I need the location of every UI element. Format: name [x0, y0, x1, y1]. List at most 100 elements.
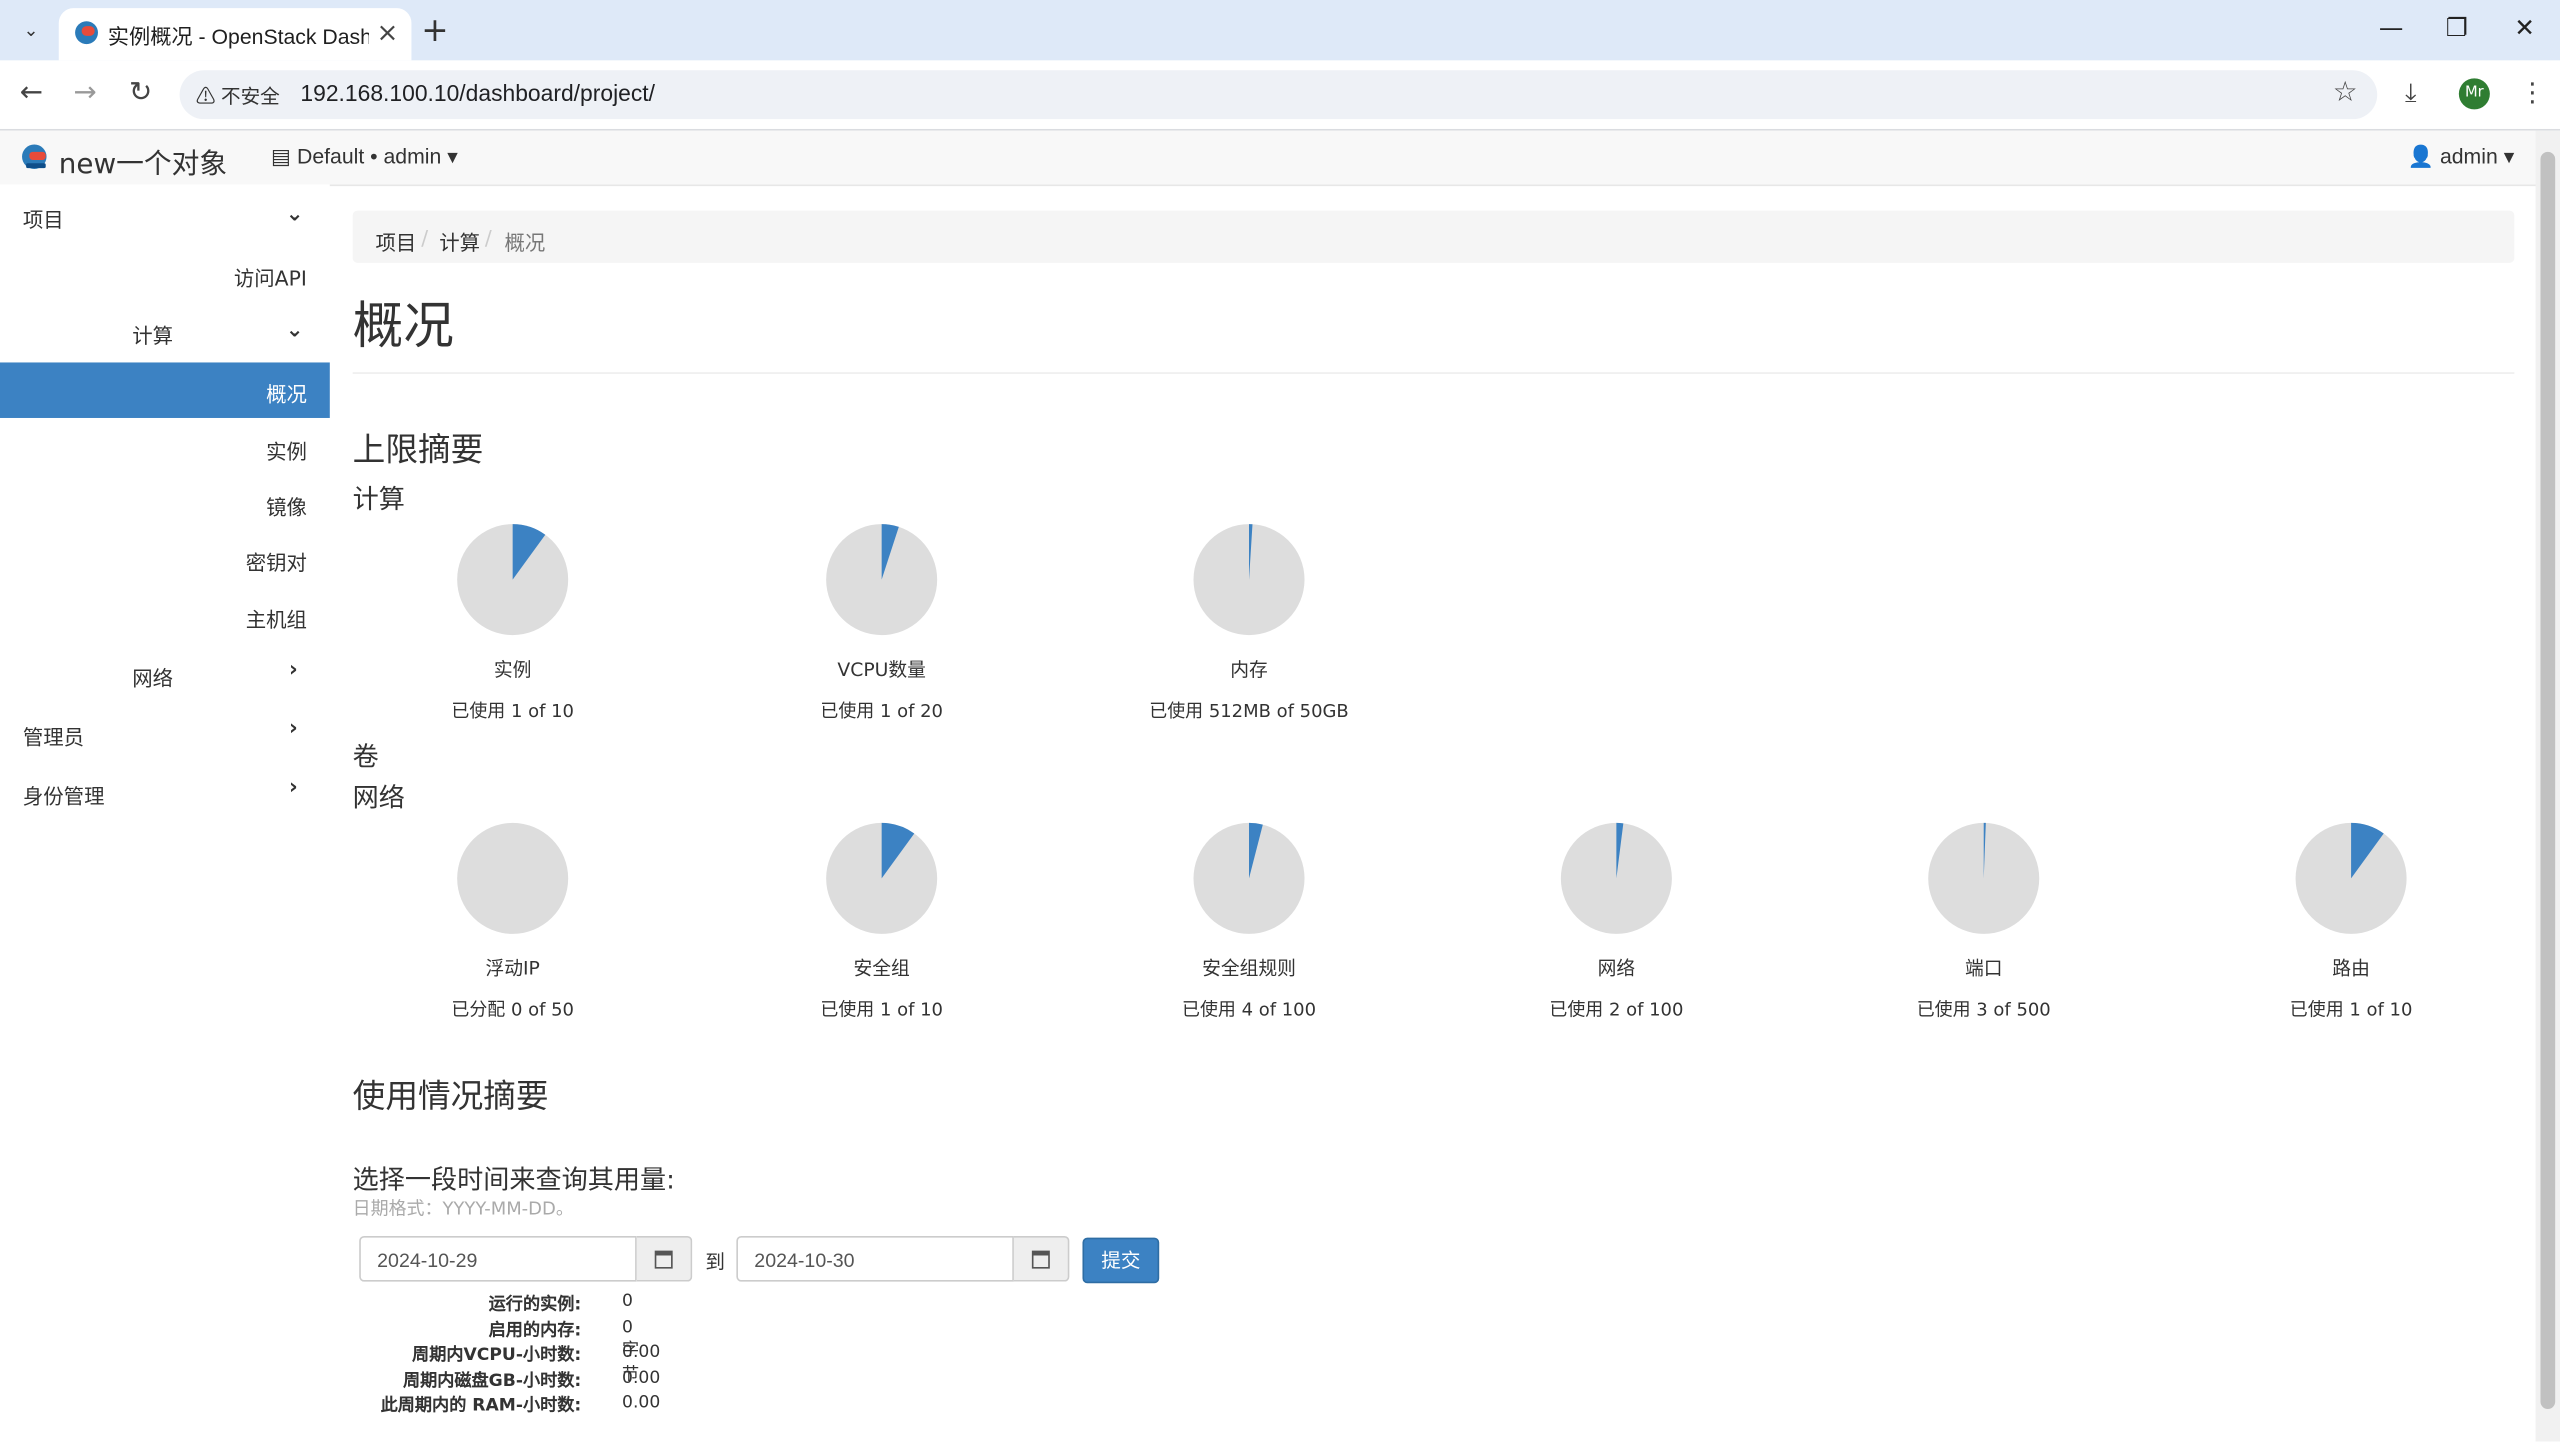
breadcrumb-item-compute[interactable]: 计算 [439, 225, 480, 256]
breadcrumb-separator: / [484, 225, 492, 250]
sidebar-item-images[interactable]: 镜像 [266, 490, 307, 521]
stat-value: 0.00 [622, 1342, 661, 1362]
scrollbar-thumb[interactable] [2540, 151, 2556, 1410]
compute-heading: 计算 [352, 483, 405, 515]
limit-chart: VCPU数量 已使用 1 of 20 [751, 522, 1012, 723]
user-name: admin [2439, 143, 2498, 169]
sidebar-item-admin[interactable]: 管理员 [23, 720, 84, 751]
limit-chart-title: 内存 [1230, 657, 1268, 681]
sidebar-item-overview[interactable]: 概况 [0, 362, 330, 418]
brand-name[interactable]: new一个对象 [59, 140, 227, 182]
chevron-right-icon[interactable]: › [289, 776, 298, 800]
download-icon[interactable]: ⤓ [2405, 77, 2417, 110]
breadcrumb: 项目 / 计算 / 概况 [352, 210, 2515, 263]
tab-search-icon[interactable]: ⌄ [13, 11, 49, 47]
brand-logo-icon [22, 144, 47, 169]
bookmark-star-icon[interactable]: ☆ [2333, 77, 2358, 110]
limit-chart-title: 实例 [493, 657, 532, 681]
chevron-right-icon[interactable]: › [289, 717, 298, 741]
sidebar-item-api-access[interactable]: 访问API [234, 261, 307, 292]
limit-chart-usage: 已使用 512MB of 50GB [1149, 700, 1349, 722]
pie-chart [2295, 822, 2407, 934]
query-label: 选择一段时间来查询其用量: [352, 1164, 675, 1196]
sidebar-item-compute[interactable]: 计算 [132, 318, 173, 349]
warning-icon: ⚠ [195, 84, 216, 108]
limit-chart: 网络 已使用 2 of 100 [1486, 821, 1747, 1022]
limit-chart-usage: 已使用 1 of 10 [2289, 999, 2413, 1021]
limit-chart-usage: 已分配 0 of 50 [451, 999, 574, 1021]
stat-key: 周期内VCPU-小时数: [412, 1345, 582, 1366]
browser-tabstrip: ⌄ 实例概况 - OpenStack Dashboard × + — ❐ ✕ [0, 0, 2560, 61]
breadcrumb-separator: / [421, 225, 429, 250]
reload-icon[interactable]: ↻ [129, 77, 152, 110]
stat-value: 0.00 [622, 1367, 661, 1388]
browser-toolbar: ← → ↻ ⚠ 不安全 192.168.100.10/dashboard/pro… [0, 60, 2560, 131]
limit-chart-usage: 已使用 1 of 10 [451, 700, 574, 722]
new-tab-icon[interactable]: + [421, 10, 448, 49]
sidebar-item-server-groups[interactable]: 主机组 [246, 602, 307, 633]
chevron-down-icon[interactable]: ⌄ [286, 318, 304, 342]
pie-chart [826, 822, 938, 934]
start-date-input[interactable]: 2024-10-29 [359, 1235, 637, 1282]
browser-tab[interactable]: 实例概况 - OpenStack Dashboard × [58, 8, 412, 61]
end-date-picker-button[interactable] [1013, 1235, 1070, 1282]
limit-chart-usage: 已使用 1 of 20 [820, 700, 943, 722]
submit-button[interactable]: 提交 [1082, 1237, 1160, 1284]
user-menu-dropdown[interactable]: 👤 admin ▾ [2408, 144, 2515, 170]
calendar-icon [1031, 1250, 1050, 1269]
breadcrumb-item-project[interactable]: 项目 [376, 225, 417, 256]
minimize-icon[interactable]: — [2379, 13, 2403, 42]
chevron-right-icon[interactable]: › [289, 658, 298, 682]
tab-close-icon[interactable]: × [376, 16, 398, 47]
forward-icon[interactable]: → [73, 77, 96, 110]
profile-avatar[interactable]: Mr [2458, 78, 2490, 110]
breadcrumb-item-overview: 概况 [504, 230, 546, 255]
limit-chart-usage: 已使用 2 of 100 [1549, 999, 1684, 1021]
browser-menu-icon[interactable]: ⋮ [2519, 77, 2545, 108]
pie-chart [1928, 822, 2040, 934]
limit-chart: 安全组规则 已使用 4 of 100 [1118, 821, 1379, 1022]
user-icon: 👤 [2407, 143, 2435, 169]
sidebar-item-instances[interactable]: 实例 [266, 434, 307, 465]
limit-chart-title: VCPU数量 [837, 657, 926, 681]
project-context-dropdown[interactable]: ▤ Default • admin ▾ [271, 144, 458, 170]
network-heading: 网络 [352, 782, 405, 814]
limit-chart: 安全组已使用 1 of 10 [751, 821, 1012, 1022]
page-scrollbar[interactable] [2535, 130, 2560, 1442]
sidebar-item-network[interactable]: 网络 [132, 661, 173, 692]
limit-chart-usage: 已使用 4 of 100 [1181, 999, 1317, 1021]
pie-chart [457, 524, 569, 636]
pie-background [457, 822, 569, 934]
sidebar-item-key-pairs[interactable]: 密钥对 [246, 545, 307, 576]
tab-title: 实例概况 - OpenStack Dashboard [107, 24, 369, 49]
limit-chart-title: 路由 [2332, 956, 2370, 980]
limit-chart: 浮动IP 已分配 0 of 50 [382, 821, 643, 1022]
limit-chart: 实例已使用 1 of 10 [382, 522, 643, 723]
sidebar: 项目 ⌄ 访问API 计算 ⌄ 概况 实例 镜像 密钥对 主机组 网络 › 管理… [0, 184, 330, 1442]
insecure-label: 不安全 [221, 84, 280, 108]
pie-chart [826, 524, 938, 636]
limit-chart-title: 安全组 [853, 956, 910, 980]
start-date-picker-button[interactable] [636, 1235, 693, 1282]
openstack-favicon-icon [75, 21, 98, 45]
end-date-input[interactable]: 2024-10-30 [736, 1235, 1014, 1282]
chevron-down-icon[interactable]: ⌄ [286, 202, 304, 226]
restore-icon[interactable]: ❐ [2446, 13, 2468, 42]
stat-value: 0.00 [622, 1393, 661, 1413]
back-icon[interactable]: ← [20, 77, 43, 110]
sidebar-item-project[interactable]: 项目 [23, 202, 64, 233]
limit-chart-title: 端口 [1964, 956, 2003, 980]
window-close-icon[interactable]: ✕ [2514, 13, 2535, 42]
calendar-icon [654, 1250, 673, 1269]
pie-chart [1193, 524, 1305, 636]
limit-chart-usage: 已使用 1 of 10 [820, 999, 943, 1021]
sidebar-item-identity[interactable]: 身份管理 [23, 779, 105, 810]
limit-chart-title: 浮动IP [485, 956, 540, 980]
app-header: new一个对象 ▤ Default • admin ▾ 👤 admin ▾ [0, 130, 2560, 187]
page-title: 概况 [352, 297, 454, 356]
stat-value: 0 [622, 1291, 633, 1312]
address-bar[interactable]: ⚠ 不安全 192.168.100.10/dashboard/project/ … [179, 70, 2378, 120]
url-text[interactable]: 192.168.100.10/dashboard/project/ [300, 80, 655, 106]
insecure-badge[interactable]: ⚠ 不安全 [196, 82, 280, 110]
limit-chart-usage: 已使用 3 of 500 [1916, 999, 2051, 1021]
